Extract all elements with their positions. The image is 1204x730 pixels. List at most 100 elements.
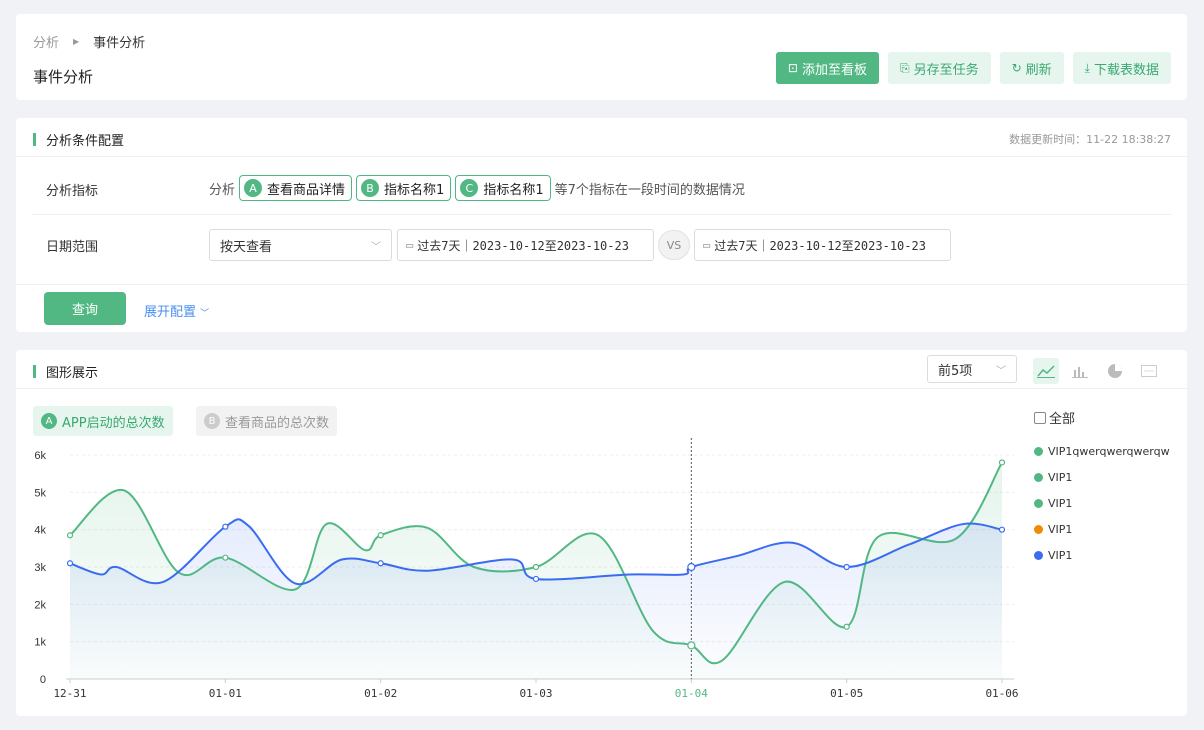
date-range-2[interactable]: ▭ 过去7天｜2023-10-12至2023-10-23 [694, 229, 951, 261]
legend-item[interactable]: VIP1qwerqwerqwerqw [1034, 445, 1170, 458]
date-range-2-value: 过去7天｜2023-10-12至2023-10-23 [714, 238, 926, 253]
y-tick-label: 2k [34, 599, 46, 611]
data-point [687, 641, 696, 650]
data-point [532, 563, 540, 571]
x-tick-label: 01-05 [830, 687, 863, 700]
expand-config-link[interactable]: 展开配置 ﹀ [144, 301, 209, 320]
download-button[interactable]: ⤓ 下载表数据 [1072, 52, 1171, 84]
save-as-task-label: 另存至任务 [913, 62, 979, 78]
chevron-down-icon: ﹀ [371, 241, 381, 253]
date-range-1[interactable]: ▭ 过去7天｜2023-10-12至2023-10-23 [397, 229, 654, 261]
metric-tab-b-label: 查看商品的总次数 [225, 415, 330, 431]
refresh-label: 刷新 [1025, 62, 1052, 78]
metric-row: 分析 A 查看商品详情 B 指标名称1 C 指标名称1 等7个指标在一段时间的数据情况 [209, 175, 745, 201]
download-label: 下载表数据 [1093, 62, 1159, 78]
legend-dot [1034, 447, 1043, 456]
data-point [843, 563, 850, 571]
select-all-checkbox[interactable]: 全部 [1034, 408, 1075, 427]
metric-tag-b[interactable]: B 指标名称1 [356, 175, 452, 201]
refresh-button[interactable]: ↻ 刷新 [999, 52, 1064, 84]
pie-chart-icon[interactable] [1102, 358, 1128, 384]
granularity-select[interactable]: 按天查看 ﹀ [209, 229, 392, 261]
legend-item[interactable]: VIP1 [1034, 549, 1072, 562]
date-range-1-value: 过去7天｜2023-10-12至2023-10-23 [417, 238, 629, 253]
divider [16, 156, 1187, 157]
line-chart-icon[interactable] [1033, 358, 1059, 384]
y-tick-label: 0 [40, 674, 46, 686]
legend-dot [1034, 551, 1043, 560]
line-chart: 0 1k 2k 3k 4k 5k 6k 12-31 01-01 01-02 01-03 01-04 01… [34, 438, 1019, 700]
update-time: 数据更新时间：11-22 18:38:27 [1009, 133, 1171, 146]
config-title: 分析条件配置 [46, 134, 125, 149]
topn-select[interactable]: 前5项 ﹀ [927, 355, 1017, 383]
x-tick-label: 01-04 [675, 687, 708, 700]
metric-tag-a[interactable]: A 查看商品详情 [239, 175, 353, 201]
metric-letter-a: A [41, 413, 57, 429]
legend-dot [1034, 525, 1043, 534]
data-point [66, 532, 74, 539]
topn-value: 前5项 [938, 363, 973, 379]
divider [16, 388, 1187, 389]
chart-section-title: 图形展示 [46, 366, 99, 381]
data-point [222, 523, 229, 530]
metric-letter-b: B [204, 413, 220, 429]
vs-badge: VS [658, 230, 690, 260]
query-button[interactable]: 查询 [44, 292, 126, 325]
chevron-down-icon: ﹀ [200, 309, 210, 319]
config-card: 分析条件配置 数据更新时间：11-22 18:38:27 分析指标 分析 A 查看… [16, 118, 1187, 332]
header-card: 分析 ▶ 事件分析 事件分析 ⊡ 添加至看板 ⎘ 另存至任务 ↻ 刷新 ⤓ 下载表数据 [16, 14, 1187, 100]
table-icon[interactable] [1136, 358, 1162, 384]
data-point [66, 560, 74, 567]
legend-item[interactable]: VIP1 [1034, 523, 1072, 536]
metric-tab-a[interactable]: A APP启动的总次数 [33, 406, 173, 436]
save-as-task-button[interactable]: ⎘ 另存至任务 [887, 52, 991, 84]
metric-prefix: 分析 [209, 182, 236, 198]
y-tick-label: 5k [34, 487, 46, 499]
series-area [70, 519, 1002, 679]
metric-tag-c[interactable]: C 指标名称1 [455, 175, 551, 201]
divider [32, 214, 1171, 215]
breadcrumb-separator-icon: ▶ [73, 37, 80, 46]
add-to-board-button[interactable]: ⊡ 添加至看板 [775, 52, 879, 84]
page-title: 事件分析 [33, 68, 94, 86]
metric-letter-c: C [460, 179, 479, 197]
select-all-label: 全部 [1049, 412, 1076, 427]
download-icon: ⤓ [1084, 60, 1090, 75]
date-label: 日期范围 [46, 240, 99, 255]
y-tick-label: 4k [34, 525, 46, 537]
data-point [843, 623, 850, 630]
breadcrumb: 分析 ▶ 事件分析 [33, 32, 145, 51]
metric-letter-a: A [244, 179, 263, 197]
y-tick-label: 6k [34, 450, 46, 462]
metric-label: 分析指标 [46, 184, 99, 199]
legend-item[interactable]: VIP1 [1034, 497, 1072, 510]
legend-dot [1034, 499, 1043, 508]
data-point [377, 532, 384, 539]
legend-label: VIP1 [1048, 523, 1073, 536]
legend-item[interactable]: VIP1 [1034, 471, 1072, 484]
calendar-icon: ▭ [703, 238, 711, 252]
data-point [532, 575, 540, 583]
calendar-icon: ▭ [406, 238, 414, 252]
divider [16, 284, 1187, 285]
chart-card: 图形展示 前5项 ﹀ A APP启动的总次数 B 查看商品的总次数 全部 VIP1qw… [16, 350, 1187, 716]
bar-chart-icon[interactable] [1067, 358, 1093, 384]
breadcrumb-current: 事件分析 [93, 36, 146, 51]
checkbox-box [1034, 411, 1046, 424]
section-accent-bar [33, 133, 36, 146]
legend-label: VIP1 [1048, 549, 1073, 562]
data-point [687, 562, 696, 572]
metric-suffix: 等7个指标在一段时间的数据情况 [554, 182, 745, 198]
data-point [377, 560, 384, 567]
metric-tab-b[interactable]: B 查看商品的总次数 [196, 406, 338, 436]
x-tick-label: 12-31 [53, 687, 86, 700]
section-accent-bar [33, 365, 36, 378]
chevron-down-icon: ﹀ [996, 365, 1006, 377]
y-tick-label: 1k [34, 637, 46, 649]
data-point [998, 459, 1006, 466]
y-tick-label: 3k [34, 562, 46, 574]
x-tick-label: 01-03 [519, 687, 552, 700]
metric-tab-a-label: APP启动的总次数 [62, 415, 165, 431]
breadcrumb-parent[interactable]: 分析 [33, 32, 59, 51]
data-point [998, 526, 1006, 533]
